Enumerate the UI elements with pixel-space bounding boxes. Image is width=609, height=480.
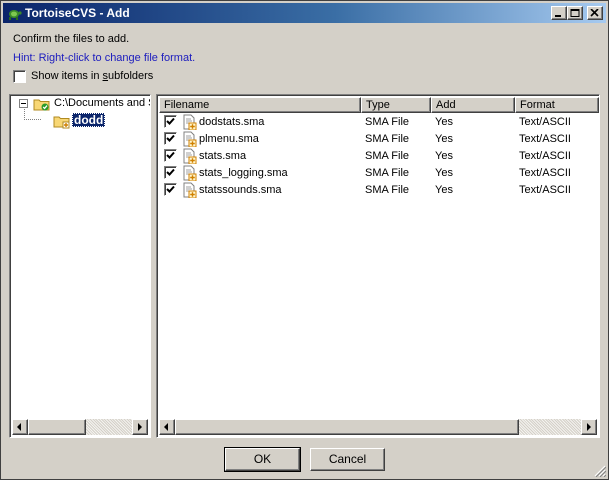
cell-add: Yes [435,184,453,196]
text-file-add-icon [183,182,197,198]
table-row[interactable]: statssounds.sma SMA File Yes Text/ASCII [159,182,599,199]
folder-tree[interactable]: C:\Documents and S dodd [9,94,151,438]
row-checkbox[interactable] [164,166,177,179]
cancel-button[interactable]: Cancel [310,448,385,471]
title-bar[interactable]: TortoiseCVS - Add [3,3,606,23]
column-header-format[interactable]: Format [515,97,599,113]
arrow-right-icon [587,423,591,431]
row-checkbox[interactable] [164,183,177,196]
checkmark-icon [166,134,175,142]
row-checkbox[interactable] [164,132,177,145]
table-row[interactable]: plmenu.sma SMA File Yes Text/ASCII [159,131,599,148]
list-header: Filename Type Add Format [159,97,599,113]
checkmark-icon [166,168,175,176]
scroll-thumb[interactable] [28,419,86,435]
scroll-left-button[interactable] [159,419,175,435]
maximize-button[interactable] [567,6,583,20]
hint-text: Hint: Right-click to change file format. [13,52,196,64]
cell-filename: stats_logging.sma [199,167,288,179]
collapse-toggle[interactable] [19,99,28,108]
instruction-text: Confirm the files to add. [13,33,130,45]
cell-add: Yes [435,116,453,128]
cell-filename: statssounds.sma [199,184,282,196]
minimize-icon [555,15,561,17]
text-file-add-icon [183,114,197,130]
cell-type: SMA File [365,133,410,145]
file-list[interactable]: Filename Type Add Format dodstats.sma SMA… [156,94,600,438]
cell-format: Text/ASCII [519,184,571,196]
checkmark-icon [166,117,175,125]
cell-filename: stats.sma [199,150,247,162]
checkmark-icon [166,185,175,193]
close-button[interactable] [587,6,603,20]
table-row[interactable]: stats.sma SMA File Yes Text/ASCII [159,148,599,165]
cell-format: Text/ASCII [519,150,571,162]
scroll-right-button[interactable] [132,419,148,435]
row-checkbox[interactable] [164,149,177,162]
scroll-thumb[interactable] [175,419,519,435]
tree-item-root-label: C:\Documents and S [54,97,151,109]
cell-type: SMA File [365,116,410,128]
cell-type: SMA File [365,150,410,162]
show-subfolders-checkbox[interactable] [13,70,26,83]
tree-horizontal-scrollbar[interactable] [12,419,148,435]
resize-grip-icon[interactable] [594,465,606,477]
cell-type: SMA File [365,184,410,196]
cell-add: Yes [435,167,453,179]
tree-item-dodd-label: dodd [72,113,106,127]
show-subfolders-label[interactable]: Show items in subfolders [31,70,153,82]
row-checkbox[interactable] [164,115,177,128]
dialog-window: TortoiseCVS - Add Confirm the files to a… [0,0,609,480]
text-file-add-icon [183,165,197,181]
maximize-icon [570,9,580,17]
text-file-add-icon [183,148,197,164]
arrow-left-icon [17,423,21,431]
close-icon [590,9,599,17]
column-header-add[interactable]: Add [431,97,515,113]
list-horizontal-scrollbar[interactable] [159,419,597,435]
cell-add: Yes [435,150,453,162]
table-row[interactable]: stats_logging.sma SMA File Yes Text/ASCII [159,165,599,182]
minimize-button[interactable] [551,6,567,20]
cell-filename: plmenu.sma [199,133,259,145]
tortoise-icon [9,10,22,20]
scroll-left-button[interactable] [12,419,28,435]
window-title: TortoiseCVS - Add [25,6,130,20]
tree-item-root[interactable]: C:\Documents and S [54,97,151,109]
cell-filename: dodstats.sma [199,116,265,128]
arrow-left-icon [164,423,168,431]
cell-format: Text/ASCII [519,167,571,179]
scroll-right-button[interactable] [581,419,597,435]
tree-item-dodd[interactable]: dodd [72,113,106,127]
cell-add: Yes [435,133,453,145]
cell-format: Text/ASCII [519,133,571,145]
folder-sync-icon [33,99,50,111]
column-header-filename[interactable]: Filename [159,97,361,113]
table-row[interactable]: dodstats.sma SMA File Yes Text/ASCII [159,114,599,131]
text-file-add-icon [183,131,197,147]
folder-add-icon [53,116,70,129]
arrow-right-icon [138,423,142,431]
cell-type: SMA File [365,167,410,179]
column-header-type[interactable]: Type [361,97,431,113]
cell-format: Text/ASCII [519,116,571,128]
checkmark-icon [166,151,175,159]
ok-button[interactable]: OK [224,447,301,472]
